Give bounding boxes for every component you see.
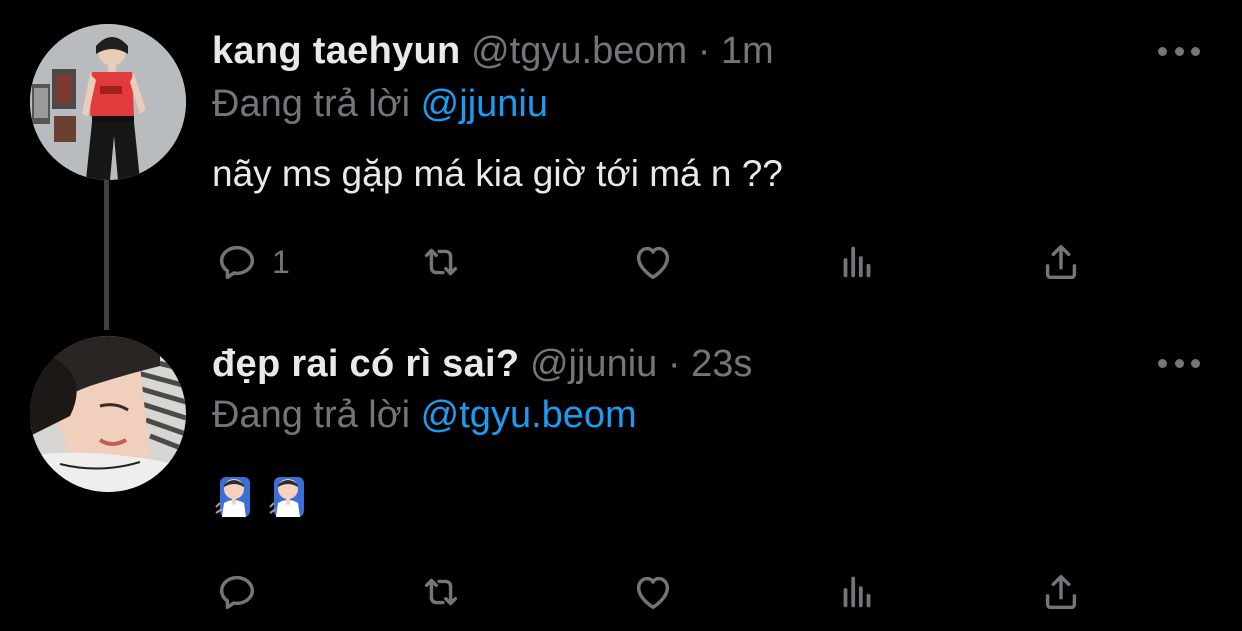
retweet-button[interactable] — [418, 237, 464, 287]
more-dot-icon — [1174, 358, 1184, 368]
replying-to-line: Đang trả lời @jjuniu — [212, 82, 548, 126]
timestamp[interactable]: 23s — [691, 343, 752, 385]
shushing-person-emoji-icon — [269, 477, 304, 517]
reply-count: 1 — [272, 243, 290, 280]
share-button[interactable] — [1038, 237, 1084, 287]
reply-button[interactable]: 1 — [214, 237, 290, 287]
like-icon — [636, 576, 670, 610]
tweet[interactable]: kang taehyun @tgyu.beom · 1m Đang trả lờ… — [0, 0, 1242, 315]
tweet[interactable]: đẹp rai có rì sai? @jjuniu · 23s Đang tr… — [0, 315, 1242, 631]
more-dot-icon — [1158, 358, 1167, 368]
retweet-icon — [424, 578, 458, 606]
like-icon — [636, 246, 670, 280]
shushing-person-emoji-icon — [215, 477, 250, 517]
tweet-header: đẹp rai có rì sai? @jjuniu · 23s — [212, 342, 752, 386]
more-options-button[interactable] — [1158, 351, 1200, 375]
like-button[interactable] — [630, 237, 676, 287]
views-icon — [843, 246, 871, 278]
user-handle[interactable]: @jjuniu — [530, 343, 657, 385]
avatar-photo-icon — [30, 336, 186, 492]
replying-to-mention[interactable]: @jjuniu — [421, 83, 548, 125]
retweet-button[interactable] — [418, 567, 464, 617]
views-button[interactable] — [834, 237, 880, 287]
more-dot-icon — [1191, 358, 1200, 368]
replying-to-label: Đang trả lời — [212, 394, 411, 436]
display-name[interactable]: đẹp rai có rì sai? — [212, 343, 519, 385]
user-handle[interactable]: @tgyu.beom — [471, 30, 687, 72]
share-button[interactable] — [1038, 567, 1084, 617]
retweet-icon — [424, 248, 458, 276]
tweet-text — [214, 473, 308, 519]
share-icon — [1045, 244, 1077, 280]
views-icon — [843, 576, 871, 608]
replying-to-mention[interactable]: @tgyu.beom — [421, 394, 637, 436]
more-dot-icon — [1174, 46, 1184, 56]
timestamp[interactable]: 1m — [721, 30, 774, 72]
more-dot-icon — [1158, 46, 1167, 56]
reply-button[interactable] — [214, 567, 272, 617]
tweet-text: nãy ms gặp má kia giờ tới má n ?? — [212, 153, 783, 194]
avatar[interactable] — [30, 24, 186, 180]
tweet-header: kang taehyun @tgyu.beom · 1m — [212, 29, 774, 73]
tweet-actions: 1 — [0, 237, 1242, 287]
more-dot-icon — [1191, 46, 1200, 56]
share-icon — [1045, 574, 1077, 610]
replying-to-label: Đang trả lời — [212, 83, 411, 125]
views-button[interactable] — [834, 567, 880, 617]
tweet-actions — [0, 567, 1242, 617]
separator-dot: · — [667, 343, 681, 385]
reply-icon — [219, 575, 255, 610]
more-options-button[interactable] — [1158, 39, 1200, 63]
separator-dot: · — [697, 30, 711, 72]
replying-to-line: Đang trả lời @tgyu.beom — [212, 393, 637, 437]
display-name[interactable]: kang taehyun — [212, 30, 461, 72]
reply-icon — [219, 245, 255, 280]
avatar-photo-icon — [30, 24, 186, 180]
avatar[interactable] — [30, 336, 186, 492]
like-button[interactable] — [630, 567, 676, 617]
